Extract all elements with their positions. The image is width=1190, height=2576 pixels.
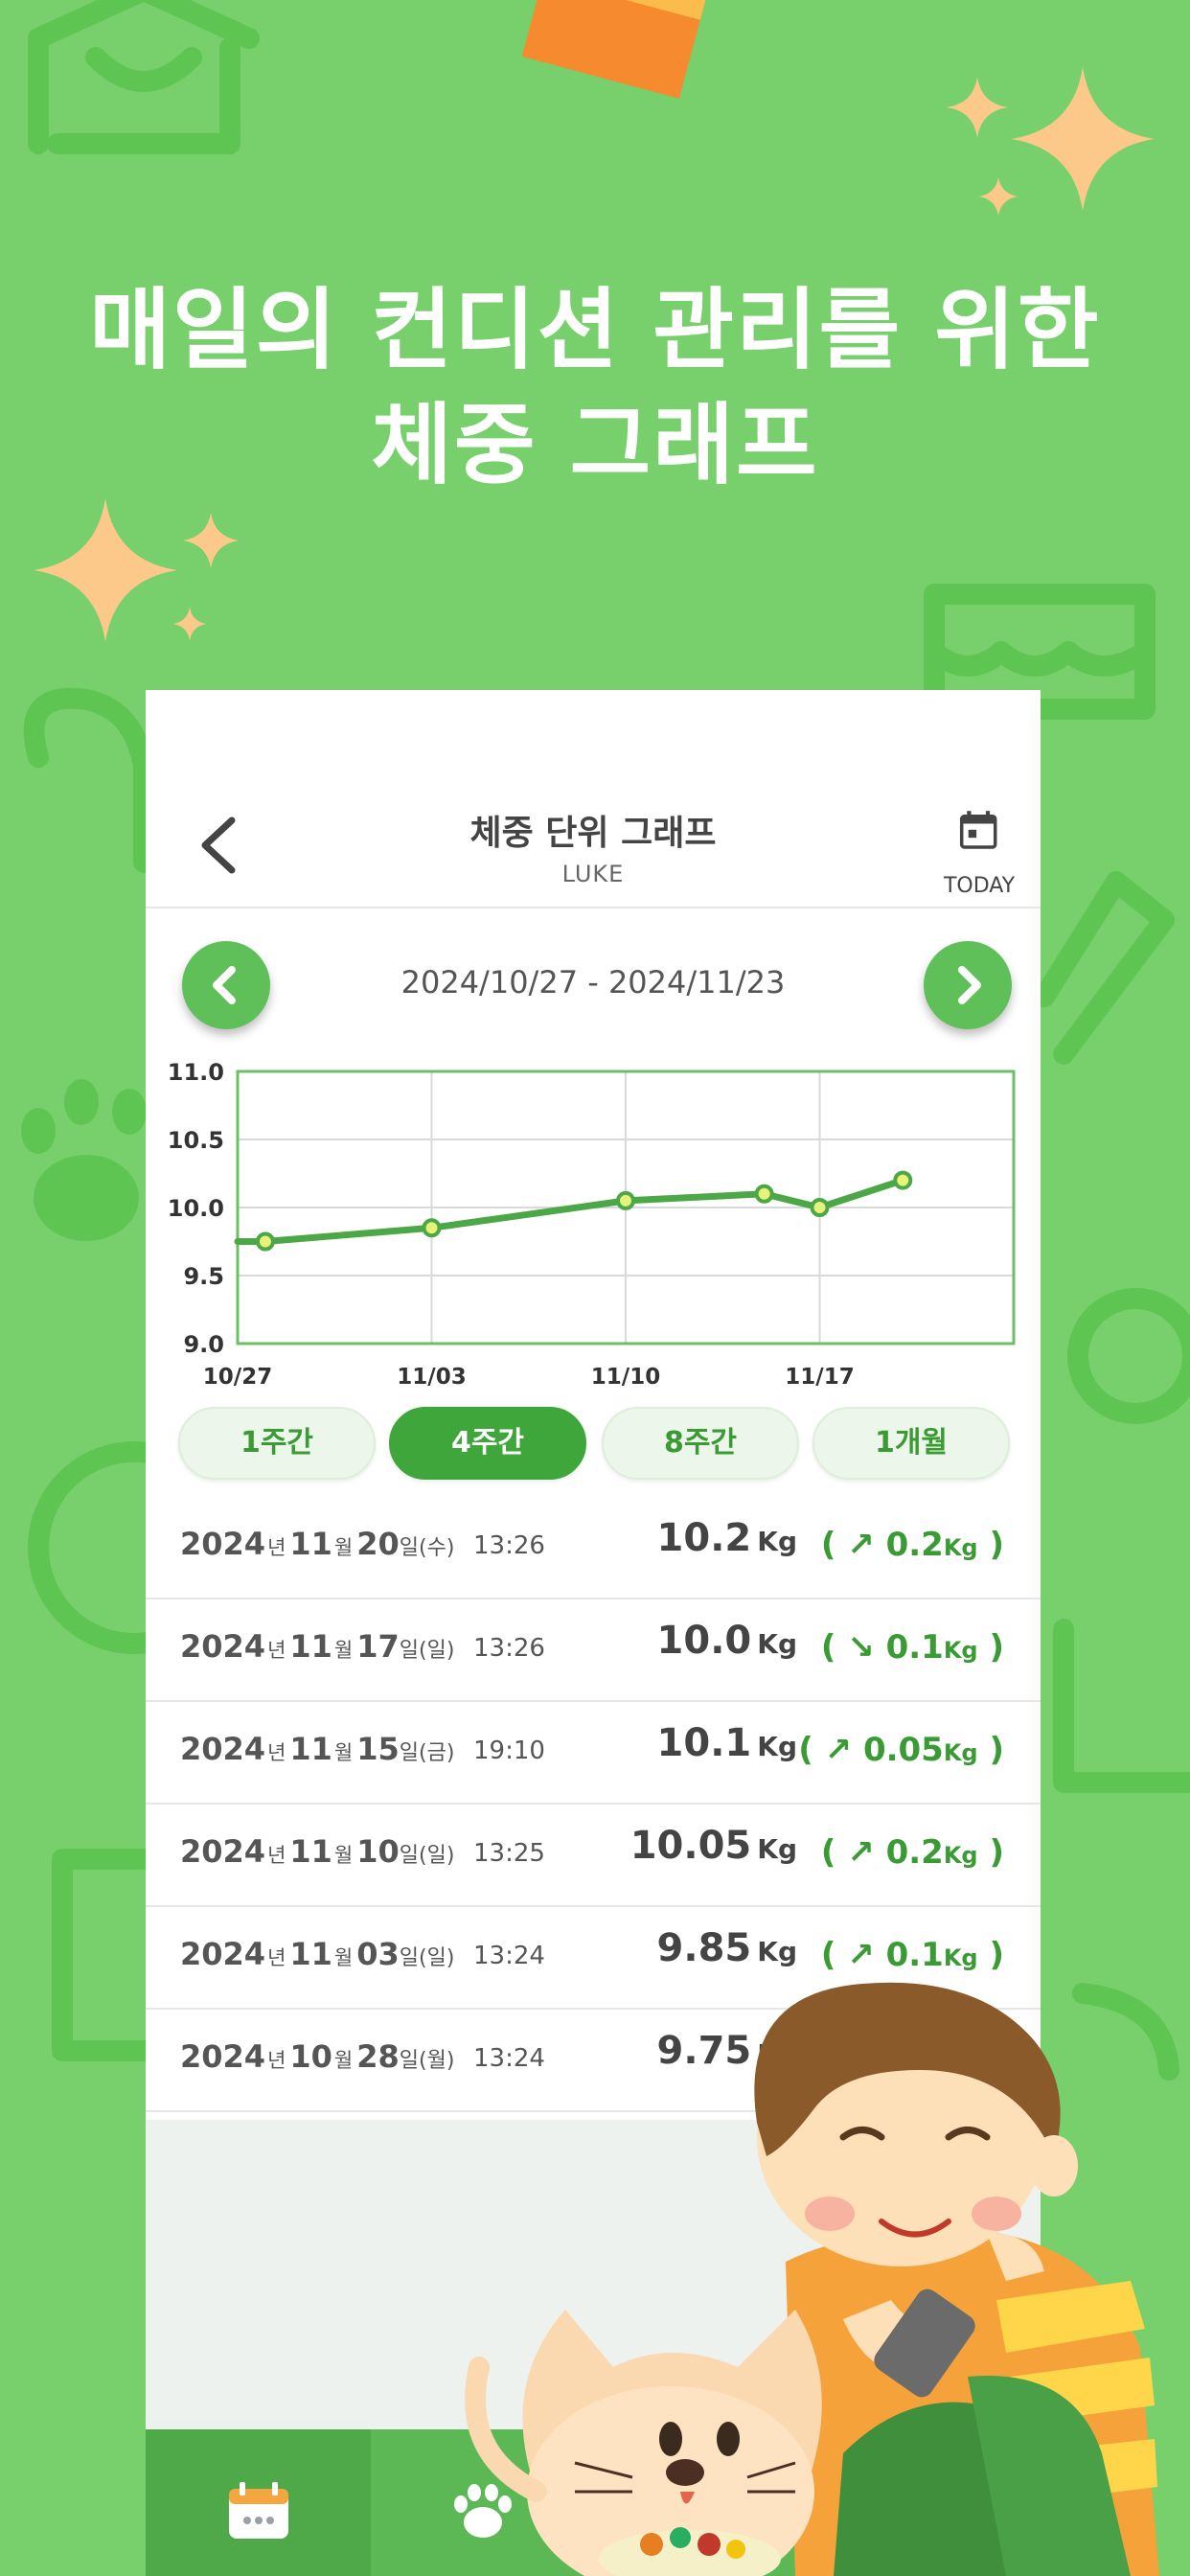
boy-and-cat-illustration [465,1982,1159,2576]
